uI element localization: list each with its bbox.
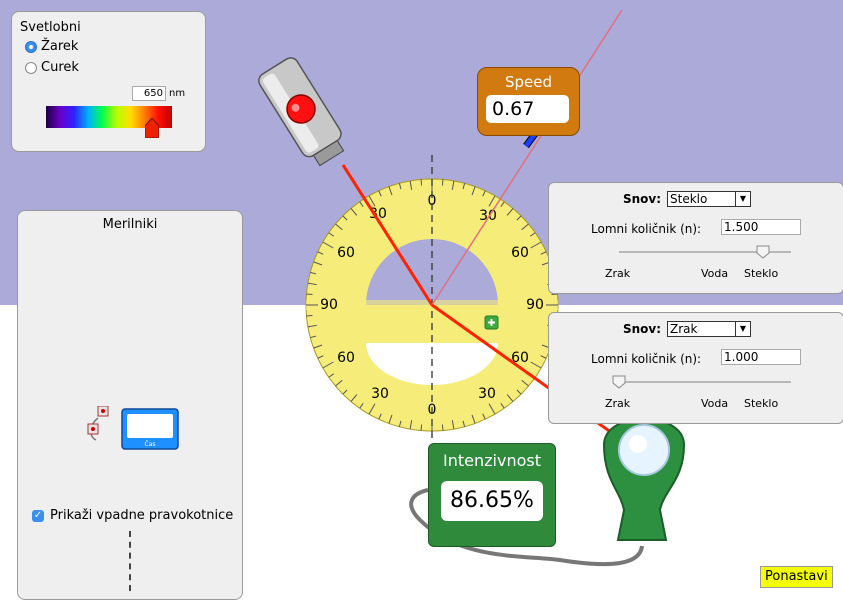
plus-icon[interactable]: [484, 315, 499, 330]
bottom-medium-panel: Snov: Zrak ▼ Lomni količnik (n): 1.000 Z…: [548, 312, 843, 424]
chevron-down-icon[interactable]: ▼: [735, 322, 750, 336]
protractor-tick: [441, 424, 444, 431]
bottom-medium-tick-water: Voda: [701, 397, 729, 410]
protractor-label-90-left: 90: [320, 297, 338, 313]
tools-divider: [129, 531, 131, 591]
intensity-meter-value: 86.65%: [441, 481, 543, 521]
tools-panel-title: Merilniki: [102, 217, 158, 232]
tools-panel: Merilniki Čas ✓ Prikaži vpadne pravokotn…: [17, 210, 243, 600]
wavelength-unit: nm: [169, 88, 186, 99]
show-normals-checkbox[interactable]: ✓: [32, 509, 44, 522]
protractor-label-90-right: 90: [526, 297, 544, 313]
radio-ray-label: Žarek: [41, 39, 79, 54]
speed-meter-title: Speed: [504, 73, 553, 91]
radio-wave[interactable]: Curek: [25, 60, 79, 75]
protractor-tick: [441, 179, 444, 186]
top-medium-label: Snov:: [623, 192, 662, 206]
protractor-tick: [306, 314, 313, 317]
top-medium-panel: Snov: Steklo ▼ Lomni količnik (n): 1.500…: [548, 182, 843, 294]
protractor-tick: [551, 293, 558, 296]
light-source-panel: Svetlobni Žarek Curek 650 nm: [11, 11, 206, 152]
top-medium-tick-glass: Steklo: [744, 267, 779, 280]
bottom-medium-selected: Zrak: [670, 322, 698, 336]
bottom-medium-select[interactable]: Zrak ▼: [667, 321, 751, 337]
radio-wave-label: Curek: [41, 60, 79, 75]
bottom-medium-slider-track[interactable]: [619, 381, 791, 383]
show-normals-label: Prikaži vpadne pravokotnice: [50, 508, 234, 523]
protractor-tick: [420, 179, 423, 186]
wavelength-field[interactable]: 650: [132, 86, 166, 101]
top-medium-tick-water: Voda: [701, 267, 729, 280]
bottom-medium-tick-air: Zrak: [605, 397, 631, 410]
speed-meter[interactable]: Speed 0.67: [477, 67, 580, 136]
radio-wave-indicator[interactable]: [25, 61, 37, 74]
bottom-medium-tick-glass: Steklo: [744, 397, 779, 410]
bottom-medium-n-field[interactable]: 1.000: [721, 349, 801, 365]
protractor-label-30-lower-left: 30: [371, 386, 389, 402]
timer-tool-label: Čas: [145, 441, 156, 448]
protractor-tick: [420, 424, 423, 431]
light-source-title: Svetlobni: [20, 20, 81, 35]
protractor-tick: [306, 293, 313, 296]
show-normals-checkbox-row[interactable]: ✓ Prikaži vpadne pravokotnice: [32, 508, 233, 523]
top-medium-slider-knob[interactable]: [756, 245, 770, 259]
radio-ray[interactable]: Žarek: [25, 39, 78, 54]
timer-tool-icon[interactable]: Čas: [86, 406, 186, 452]
protractor-label-60-left: 60: [337, 245, 355, 261]
protractor-label-30-lower-right: 30: [478, 386, 496, 402]
bottom-medium-n-label: Lomni količnik (n):: [591, 352, 702, 366]
top-medium-n-label: Lomni količnik (n):: [591, 222, 702, 236]
top-medium-selected: Steklo: [670, 192, 708, 206]
protractor-label-30-right: 30: [479, 208, 497, 224]
protractor-label-60-right: 60: [511, 245, 529, 261]
reset-button[interactable]: Ponastavi: [760, 566, 833, 588]
intensity-meter[interactable]: Intenzivnost 86.65%: [428, 443, 556, 547]
chevron-down-icon[interactable]: ▼: [735, 192, 750, 206]
wavelength-slider-thumb[interactable]: [145, 118, 159, 138]
intensity-meter-title: Intenzivnost: [443, 451, 541, 470]
radio-ray-indicator[interactable]: [25, 40, 37, 53]
speed-meter-value: 0.67: [486, 95, 569, 123]
bottom-medium-slider-knob[interactable]: [612, 375, 626, 389]
top-medium-tick-air: Zrak: [605, 267, 631, 280]
bottom-medium-label: Snov:: [623, 322, 662, 336]
top-medium-select[interactable]: Steklo ▼: [667, 191, 751, 207]
protractor-label-60-lower-left: 60: [337, 350, 355, 366]
top-medium-n-field[interactable]: 1.500: [721, 219, 801, 235]
